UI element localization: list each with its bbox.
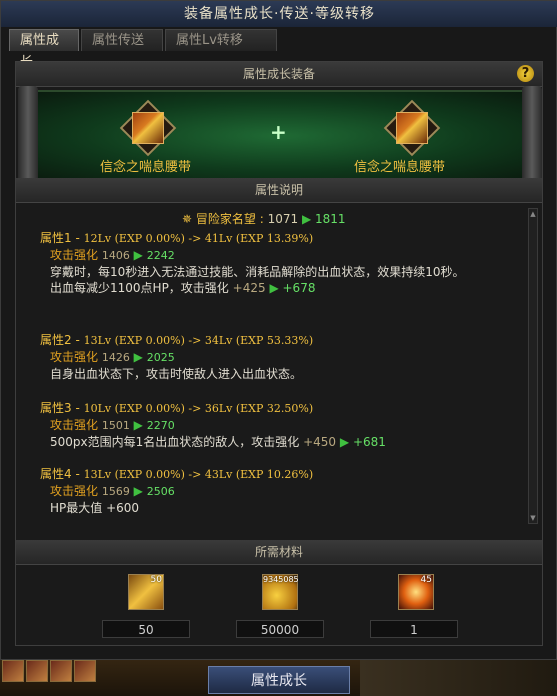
arrow-right-icon: ▶ <box>301 212 312 226</box>
attr-header: 属性3 - <box>40 401 84 415</box>
attribute-block-4: 属性4 - 13Lv (EXP 0.00%) -> 43Lv (EXP 10.2… <box>40 466 510 514</box>
attr-level: 12Lv (EXP 0.00%) -> 41Lv (EXP 13.39%) <box>83 232 314 245</box>
arrow-right-icon: ▶ <box>269 281 279 295</box>
attr-level: 13Lv (EXP 0.00%) -> 43Lv (EXP 10.26%) <box>83 468 314 481</box>
tab-bar: 属性成长 属性传送 属性Lv转移 <box>9 29 277 70</box>
attribute-description-list: ✵ 冒险家名望 : 1071 ▶ 1811 属性1 - 12Lv (EXP 0.… <box>22 204 526 514</box>
stat-old: 1501 <box>101 419 130 432</box>
stat-label: 攻击强化 <box>50 418 99 432</box>
fame-row: ✵ 冒险家名望 : 1071 ▶ 1811 <box>182 210 346 227</box>
plus-icon: + <box>270 120 287 144</box>
main-panel: 属性成长装备 ? 信念之喘息腰带 + 信念之喘息腰带 属性说明 ✵ 冒险家名望 … <box>15 61 543 646</box>
tab-attr-transfer[interactable]: 属性传送 <box>81 29 163 51</box>
mat-badge-2: 9345085 <box>263 575 299 584</box>
attr-desc: HP最大值 +600 <box>50 501 140 514</box>
mat-badge-3: 45 <box>420 575 432 585</box>
gold-card-icon[interactable]: 50 <box>128 574 164 610</box>
medal-icon: ✵ <box>182 212 196 226</box>
window-title: 装备属性成长·传送·等级转移 <box>1 1 557 27</box>
equip-section-label: 属性成长装备 <box>242 67 315 81</box>
help-icon[interactable]: ? <box>517 65 534 82</box>
attr-header: 属性2 - <box>40 333 84 347</box>
hud-skillbar <box>360 660 557 696</box>
quickslot-icon[interactable] <box>26 660 48 682</box>
desc-scrollbar[interactable]: ▲ ▼ <box>528 208 538 524</box>
material-qty-3: 1 <box>370 620 458 638</box>
stat-old: 1406 <box>101 249 130 262</box>
equip-slot-bar: 信念之喘息腰带 + 信念之喘息腰带 <box>18 86 542 182</box>
attr-level: 13Lv (EXP 0.00%) -> 34Lv (EXP 53.33%) <box>83 334 314 347</box>
stat-new: 2242 <box>146 249 175 262</box>
arrow-right-icon: ▶ <box>133 350 143 364</box>
stat-label: 攻击强化 <box>50 248 99 262</box>
quickslot-icon[interactable] <box>74 660 96 682</box>
belt-icon[interactable] <box>396 112 428 144</box>
stat-label: 攻击强化 <box>50 484 99 498</box>
desc-new: +678 <box>282 281 316 295</box>
source-item-name: 信念之喘息腰带 <box>100 160 192 175</box>
quickslot-icon[interactable] <box>2 660 24 682</box>
tab-attr-growth[interactable]: 属性成长 <box>9 29 79 70</box>
stat-new: 2025 <box>146 351 175 364</box>
arrow-right-icon: ▶ <box>133 484 143 498</box>
attr-growth-button[interactable]: 属性成长 <box>208 666 350 694</box>
desc-old: +450 <box>303 435 337 449</box>
attr-header: 属性4 - <box>40 467 84 481</box>
attr-desc: 自身出血状态下，攻击时使敌人进入出血状态。 <box>50 367 303 381</box>
attr-desc-2: 500px范围内每1名出血状态的敌人，攻击强化 <box>50 435 300 449</box>
scroll-down-icon[interactable]: ▼ <box>529 513 537 523</box>
attribute-block-3: 属性3 - 10Lv (EXP 0.00%) -> 36Lv (EXP 32.5… <box>40 400 510 450</box>
attr-header: 属性1 - <box>40 231 84 245</box>
gold-coins-icon[interactable]: 9345085 <box>262 574 299 610</box>
stat-new: 2270 <box>146 419 175 432</box>
stat-new: 2506 <box>146 485 175 498</box>
desc-new: +681 <box>352 435 386 449</box>
belt-icon[interactable] <box>132 112 164 144</box>
attr-desc-2: 出血每减少1100点HP，攻击强化 <box>50 281 229 295</box>
explosion-orb-icon[interactable]: 45 <box>398 574 434 610</box>
tab-attr-lv-transfer[interactable]: 属性Lv转移 <box>165 29 277 51</box>
scroll-up-icon[interactable]: ▲ <box>529 209 537 219</box>
material-qty-2: 50000 <box>236 620 324 638</box>
desc-section-title: 属性说明 <box>16 178 542 203</box>
quickslot-icon[interactable] <box>50 660 72 682</box>
mat-badge-1: 50 <box>150 575 162 585</box>
attribute-block-2: 属性2 - 13Lv (EXP 0.00%) -> 34Lv (EXP 53.3… <box>40 332 510 382</box>
materials-section-title: 所需材料 <box>16 540 542 565</box>
desc-old: +425 <box>232 281 266 295</box>
arrow-right-icon: ▶ <box>133 418 143 432</box>
attribute-block-1: 属性1 - 12Lv (EXP 0.00%) -> 41Lv (EXP 13.3… <box>40 230 510 296</box>
hud-quickbar <box>2 660 102 682</box>
equip-section-title: 属性成长装备 ? <box>16 62 542 87</box>
stat-old: 1426 <box>101 351 130 364</box>
arrow-right-icon: ▶ <box>339 435 350 449</box>
equip-growth-window: 装备属性成长·传送·等级转移 属性成长 属性传送 属性Lv转移 属性成长装备 ?… <box>0 0 557 660</box>
stat-label: 攻击强化 <box>50 350 99 364</box>
stat-old: 1569 <box>101 485 130 498</box>
fame-label: 冒险家名望 : <box>195 212 268 226</box>
fame-new: 1811 <box>315 212 346 226</box>
attr-desc: 穿戴时，每10秒进入无法通过技能、消耗品解除的出血状态，效果持续10秒。 <box>50 265 465 279</box>
attr-level: 10Lv (EXP 0.00%) -> 36Lv (EXP 32.50%) <box>83 402 314 415</box>
material-qty-1: 50 <box>102 620 190 638</box>
fame-old: 1071 <box>267 212 299 226</box>
target-item-name: 信念之喘息腰带 <box>354 160 446 175</box>
arrow-right-icon: ▶ <box>133 248 143 262</box>
